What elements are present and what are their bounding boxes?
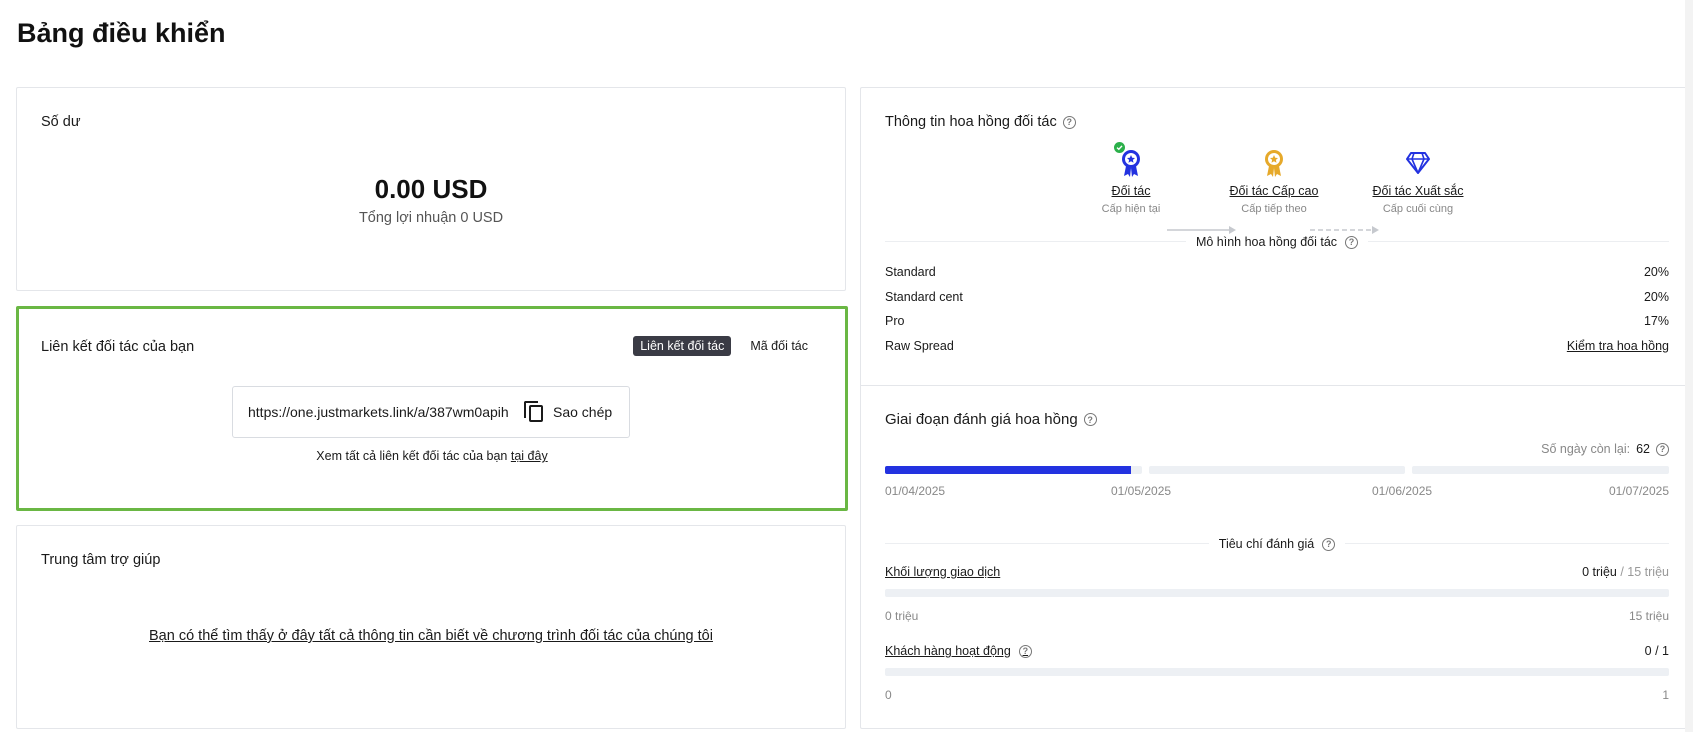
evaluation-progress xyxy=(885,466,1670,474)
date-label: 01/05/2025 xyxy=(1111,484,1172,498)
link-type-toggle: Liên kết đối tác Mã đối tác xyxy=(633,336,815,356)
help-icon[interactable]: ? xyxy=(1345,235,1359,249)
criterion-progress-bar xyxy=(885,668,1669,676)
tier-excellent-partner-name[interactable]: Đối tác Xuất sắc xyxy=(1348,184,1488,198)
help-icon[interactable]: ? xyxy=(1656,442,1669,456)
tier-senior-partner: Đối tác Cấp cao Cấp tiếp theo xyxy=(1204,148,1344,215)
copy-icon xyxy=(524,401,544,423)
help-center-title: Trung tâm trợ giúp xyxy=(41,552,161,568)
commission-model-list: Standard 20% Standard cent 20% Pro 17% R… xyxy=(885,265,1669,363)
tab-partner-code[interactable]: Mã đối tác xyxy=(743,336,815,356)
model-row-raw-spread: Raw Spread Kiểm tra hoa hồng xyxy=(885,339,1669,364)
model-row-pro: Pro 17% xyxy=(885,314,1669,328)
days-left-value: 62 xyxy=(1636,442,1650,456)
commission-card: Thông tin hoa hồng đối tác ? Đối tác Cấp xyxy=(860,87,1693,729)
date-label: 01/07/2025 xyxy=(1608,484,1669,498)
copy-label: Sao chép xyxy=(553,404,613,420)
model-row-standard: Standard 20% xyxy=(885,265,1669,279)
evaluation-title: Giai đoạn đánh giá hoa hồng ? xyxy=(885,411,1097,428)
help-icon[interactable]: ? xyxy=(1083,413,1097,426)
progress-segment xyxy=(885,466,1142,474)
tier-excellent-partner-sub: Cấp cuối cùng xyxy=(1382,203,1454,215)
partner-link-title: Liên kết đối tác của bạn xyxy=(41,339,195,355)
scrollbar[interactable] xyxy=(1685,0,1693,732)
date-label: 01/04/2025 xyxy=(885,484,946,498)
help-icon[interactable]: ? xyxy=(1018,644,1032,658)
copy-button[interactable]: Sao chép xyxy=(524,401,612,423)
date-label: 01/06/2025 xyxy=(1372,484,1433,498)
help-icon[interactable]: ? xyxy=(1062,115,1076,129)
tier-partner-sub: Cấp hiện tại xyxy=(1101,203,1161,215)
help-icon[interactable]: ? xyxy=(1322,537,1336,551)
tier-senior-partner-name[interactable]: Đối tác Cấp cao xyxy=(1204,184,1344,198)
partner-link-url[interactable]: https://one.justmarkets.link/a/387wm0api… xyxy=(248,404,510,420)
all-links-link[interactable]: tại đây xyxy=(511,449,548,463)
criterion-name[interactable]: Khối lượng giao dịch xyxy=(885,565,1000,579)
criterion-name-wrap[interactable]: Khách hàng hoạt động ? xyxy=(885,644,1032,658)
total-profit: Tổng lợi nhuận 0 USD xyxy=(358,210,504,226)
gold-medal-icon xyxy=(1265,150,1283,177)
criterion-active-clients: Khách hàng hoạt động ? 0 / 1 0 1 xyxy=(885,644,1669,702)
criterion-trading-volume: Khối lượng giao dịch 0 triệu / 15 triệu … xyxy=(885,565,1669,623)
tier-partner: Đối tác Cấp hiện tại xyxy=(1061,142,1201,215)
progress-segment xyxy=(1148,466,1406,474)
page-title: Bảng điều khiển xyxy=(17,18,226,48)
criteria-heading: Tiêu chí đánh giá ? xyxy=(861,535,1693,553)
model-row-standard-cent: Standard cent 20% xyxy=(885,289,1669,304)
check-commission-link[interactable]: Kiểm tra hoa hồng xyxy=(1567,339,1669,364)
section-divider xyxy=(861,385,1693,386)
progress-segment xyxy=(1412,466,1670,474)
balance-title: Số dư xyxy=(41,114,81,130)
ribbon-medal-icon xyxy=(1122,150,1140,177)
help-center-link[interactable]: Bạn có thể tìm thấy ở đây tất cả thông t… xyxy=(149,628,713,644)
check-icon xyxy=(1114,142,1125,153)
commission-model-heading: Mô hình hoa hồng đối tác ? xyxy=(861,233,1693,251)
help-center-card: Trung tâm trợ giúp Bạn có thể tìm thấy ở… xyxy=(16,525,846,729)
balance-amount: 0.00 USD xyxy=(374,174,488,204)
all-links-text: Xem tất cả liên kết đối tác của bạn tại … xyxy=(316,449,548,463)
partner-link-field[interactable]: https://one.justmarkets.link/a/387wm0api… xyxy=(232,386,630,438)
tab-partner-link[interactable]: Liên kết đối tác xyxy=(633,336,732,356)
tier-excellent-partner: Đối tác Xuất sắc Cấp cuối cùng xyxy=(1348,148,1488,215)
balance-card: Số dư 0.00 USD Tổng lợi nhuận 0 USD xyxy=(16,87,846,291)
tier-progression: Đối tác Cấp hiện tại Đối tác Cấp cao Cấp… xyxy=(861,142,1693,234)
partner-link-card: Liên kết đối tác của bạn Liên kết đối tá… xyxy=(16,306,848,511)
commission-title: Thông tin hoa hồng đối tác ? xyxy=(885,114,1076,130)
days-left: Số ngày còn lại: 62 ? xyxy=(1541,442,1669,456)
criterion-progress-bar xyxy=(885,589,1669,597)
tier-senior-partner-sub: Cấp tiếp theo xyxy=(1241,203,1307,215)
progress-fill xyxy=(885,466,1132,474)
diamond-icon xyxy=(1406,152,1430,174)
tier-partner-name[interactable]: Đối tác xyxy=(1061,184,1201,198)
